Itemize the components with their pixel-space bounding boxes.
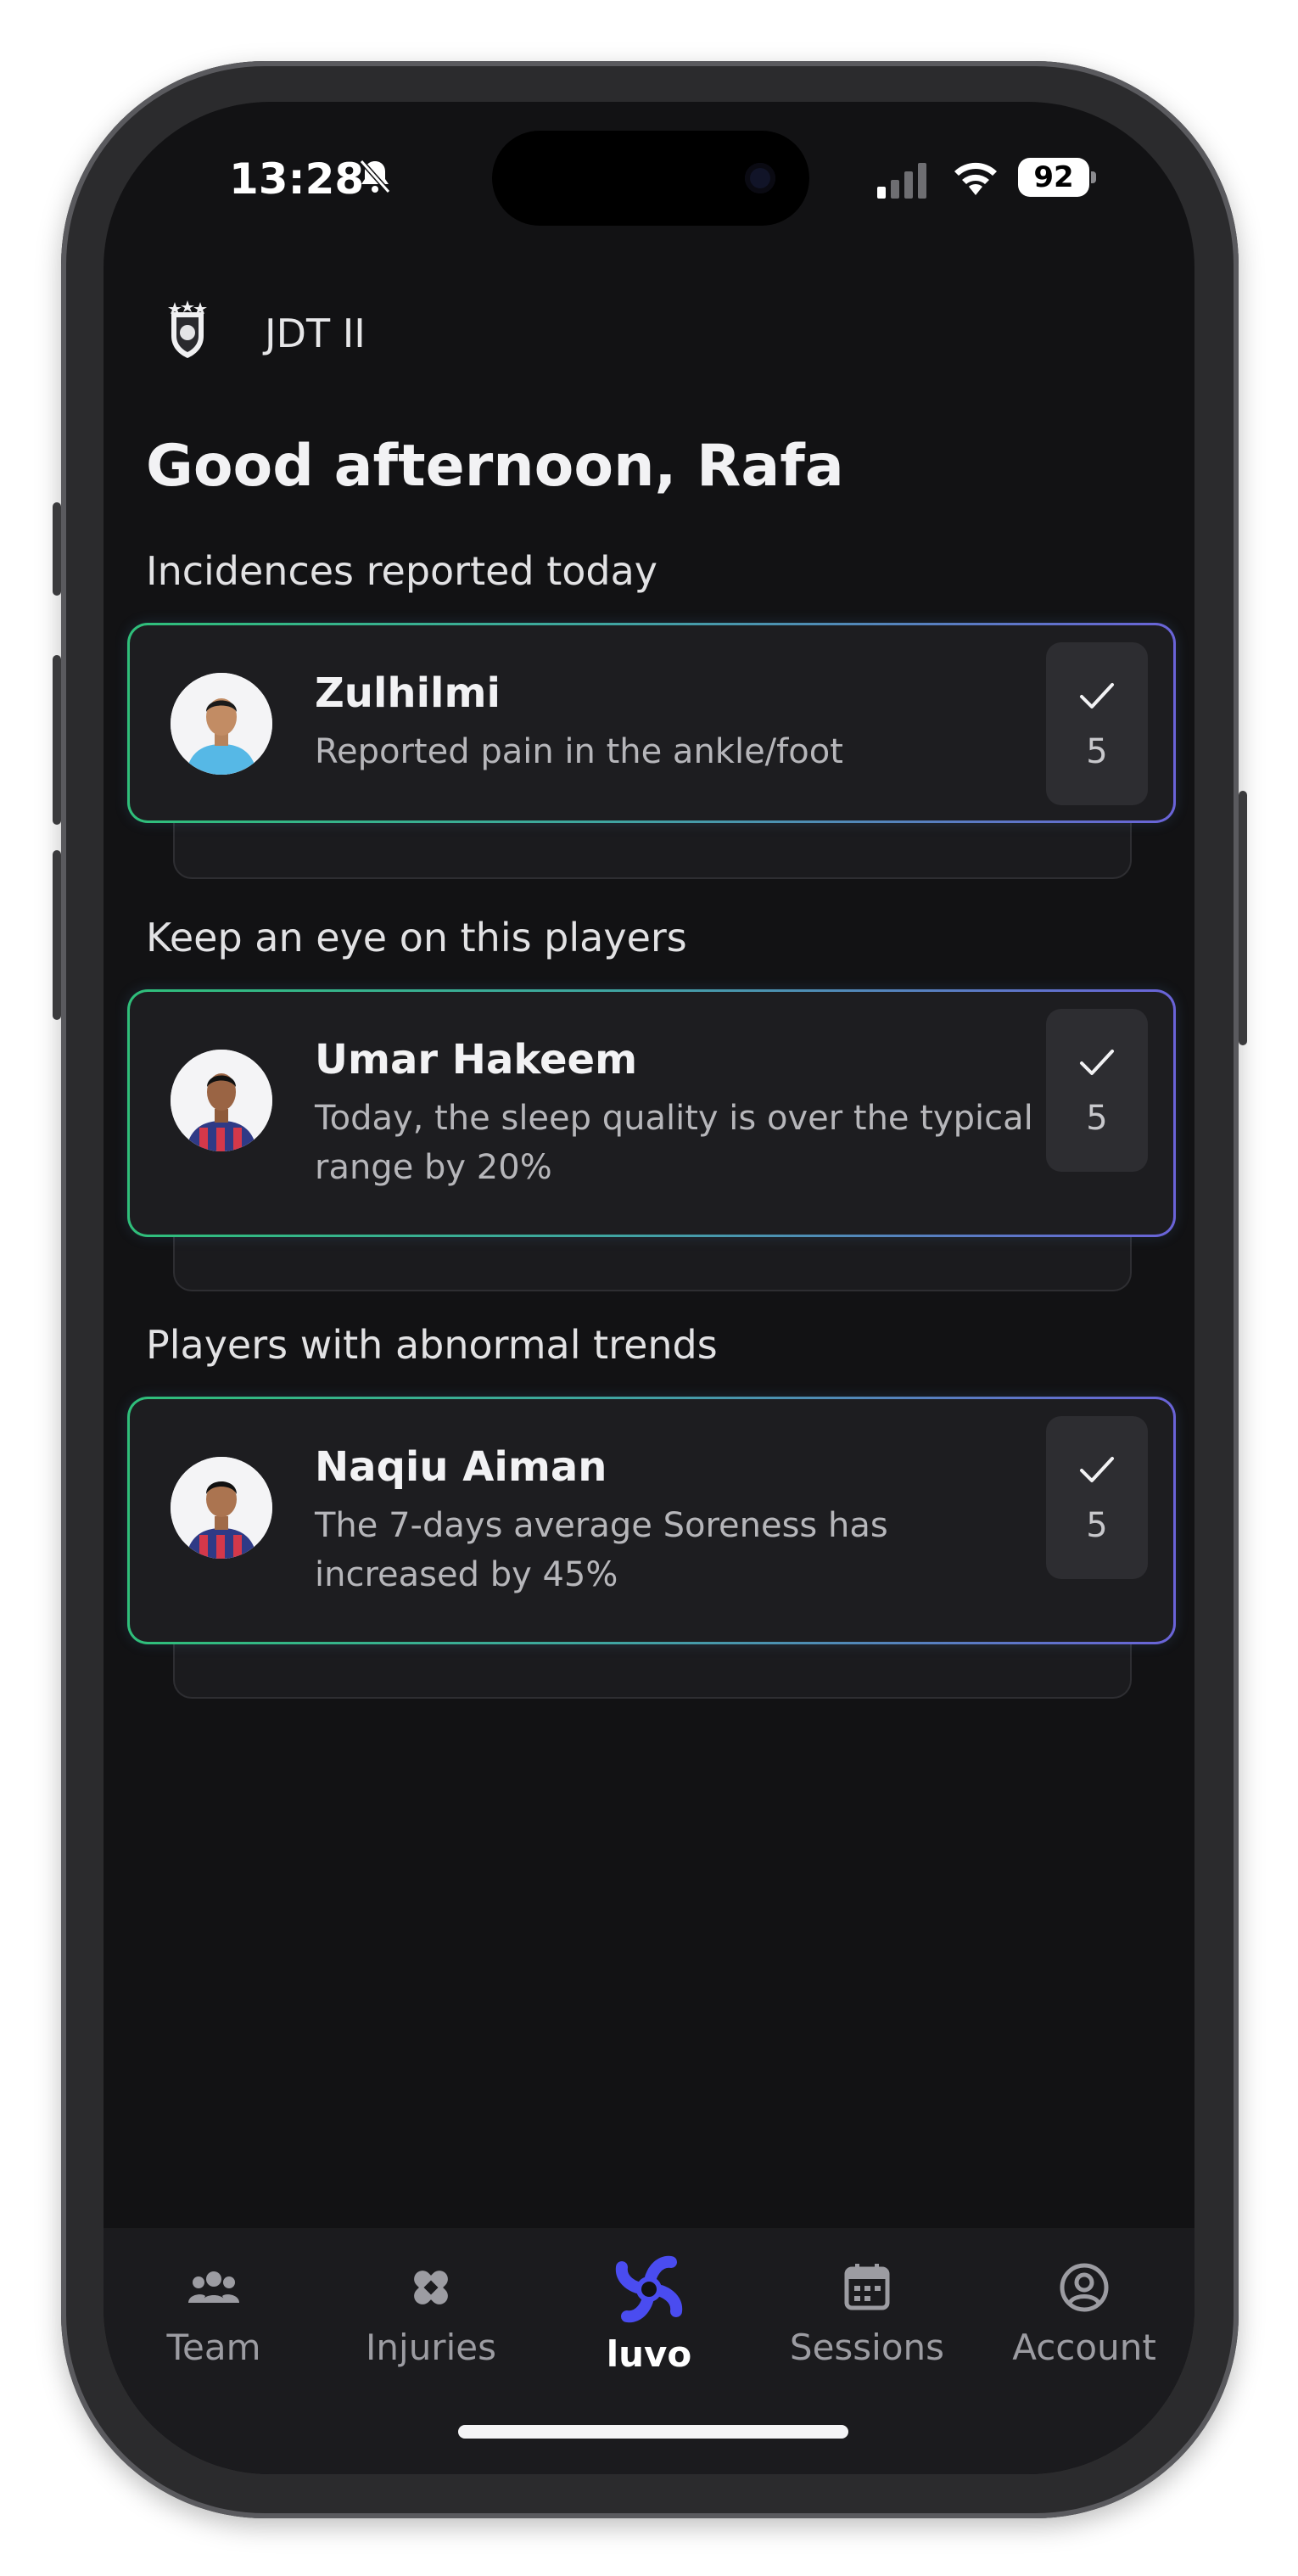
player-name: Umar Hakeem <box>315 1036 638 1084</box>
player-name: Zulhilmi <box>315 669 501 717</box>
acknowledge-count: 5 <box>1086 1099 1108 1138</box>
checkmark-icon <box>1080 683 1114 708</box>
acknowledge-button[interactable]: 5 <box>1046 1416 1148 1579</box>
page-title: Good afternoon, Rafa <box>146 433 844 500</box>
volume-up-button <box>53 655 61 825</box>
acknowledge-button[interactable]: 5 <box>1046 642 1148 805</box>
dynamic-island <box>492 131 809 226</box>
tab-label: Sessions <box>789 2327 945 2368</box>
watchlist-card[interactable]: Umar Hakeem Today, the sleep quality is … <box>127 989 1176 1237</box>
wifi-icon <box>954 162 997 195</box>
tab-luvo[interactable]: luvo <box>556 2248 742 2376</box>
account-icon <box>1060 2263 1109 2312</box>
tab-injuries[interactable]: Injuries <box>338 2260 524 2388</box>
home-indicator[interactable] <box>458 2425 848 2439</box>
trends-card-stack: Naqiu Aiman The 7-days average Soreness … <box>127 1397 1176 1702</box>
volume-down-button <box>53 850 61 1020</box>
watchlist-card-stack: Umar Hakeem Today, the sleep quality is … <box>127 989 1176 1295</box>
status-time: 13:28 <box>229 154 365 204</box>
tab-account[interactable]: Account <box>991 2260 1178 2388</box>
player-alert-description: Today, the sleep quality is over the typ… <box>315 1099 1033 1187</box>
trend-card[interactable]: Naqiu Aiman The 7-days average Soreness … <box>127 1397 1176 1644</box>
team-icon <box>188 2271 239 2303</box>
action-button <box>53 502 61 596</box>
incidence-card-stack: Zulhilmi Reported pain in the ankle/foot… <box>127 623 1176 882</box>
section-title-incidences: Incidences reported today <box>146 548 658 594</box>
power-button <box>1239 791 1247 1045</box>
avatar <box>171 1457 272 1559</box>
stacked-card-behind <box>173 820 1132 879</box>
stacked-card-behind <box>173 1639 1132 1699</box>
tab-sessions[interactable]: Sessions <box>774 2260 960 2388</box>
tab-label: Team <box>166 2327 261 2368</box>
avatar <box>171 1050 272 1151</box>
checkmark-icon <box>1080 1457 1114 1482</box>
acknowledge-count: 5 <box>1086 1506 1108 1545</box>
checkmark-icon <box>1080 1050 1114 1075</box>
cellular-signal-icon <box>877 163 926 199</box>
incidence-card[interactable]: Zulhilmi Reported pain in the ankle/foot… <box>127 623 1176 823</box>
camera-icon <box>745 163 775 193</box>
team-crest-icon[interactable] <box>163 299 212 360</box>
tab-label: Injuries <box>366 2327 496 2368</box>
luvo-logo-icon <box>615 2255 683 2323</box>
battery-level: 92 <box>1018 158 1089 197</box>
bandage-icon <box>414 2271 448 2304</box>
player-incidence-description: Reported pain in the ankle/foot <box>315 732 843 771</box>
section-title-abnormal-trends: Players with abnormal trends <box>146 1322 718 1368</box>
bell-muted-icon <box>359 160 391 193</box>
section-title-watchlist: Keep an eye on this players <box>146 915 687 960</box>
tab-label: Account <box>1012 2327 1156 2368</box>
avatar <box>171 673 272 775</box>
battery-tip <box>1091 171 1096 183</box>
player-name: Naqiu Aiman <box>315 1443 607 1491</box>
battery-indicator: 92 <box>1018 158 1096 199</box>
player-trend-description: The 7-days average Soreness has increase… <box>315 1506 888 1594</box>
tab-team[interactable]: Team <box>120 2260 307 2388</box>
app-screen: 13:28 92 JDT II Good afternoon, Rafa Inc… <box>104 102 1194 2474</box>
acknowledge-button[interactable]: 5 <box>1046 1009 1148 1172</box>
team-name[interactable]: JDT II <box>265 311 366 356</box>
calendar-icon <box>844 2264 890 2310</box>
stacked-card-behind <box>173 1232 1132 1291</box>
tab-label: luvo <box>606 2333 692 2375</box>
acknowledge-count: 5 <box>1086 732 1108 771</box>
